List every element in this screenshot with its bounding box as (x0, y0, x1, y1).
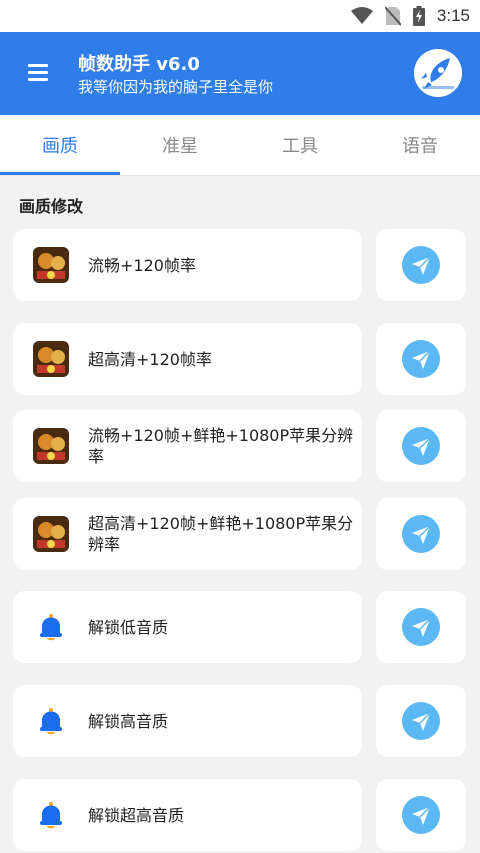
item-label: 解锁低音质 (88, 617, 169, 637)
tab-tools[interactable]: 工具 (240, 115, 360, 176)
send-icon (402, 608, 440, 646)
send-icon (402, 340, 440, 378)
tab-crosshair[interactable]: 准星 (120, 115, 240, 176)
send-icon (402, 796, 440, 834)
list-item[interactable]: 解锁高音质 (13, 685, 362, 757)
rocket-logo-icon[interactable] (414, 49, 462, 97)
app-bar: 帧数助手 v6.0 我等你因为我的脑子里全是你 (0, 32, 480, 115)
app-title: 帧数助手 v6.0 (78, 54, 200, 75)
item-label: 超高清+120帧+鲜艳+1080P苹果分辨率 (88, 514, 354, 554)
tab-picture-quality[interactable]: 画质 (0, 115, 120, 176)
status-time: 3:15 (436, 6, 470, 25)
tab-bar: 画质 准星 工具 语音 (0, 115, 480, 176)
battery-charging-icon (412, 6, 425, 26)
apply-button[interactable] (376, 779, 466, 851)
send-icon (402, 246, 440, 284)
bell-icon (35, 705, 67, 737)
tabs-divider (0, 175, 480, 176)
item-label: 流畅+120帧率 (88, 255, 196, 275)
list-item[interactable]: 流畅+120帧率 (13, 229, 362, 301)
game-avatar-icon (33, 428, 69, 464)
wifi-icon (350, 7, 373, 24)
list-item[interactable]: 解锁超高音质 (13, 779, 362, 851)
game-avatar-icon (33, 247, 69, 283)
apply-button[interactable] (376, 685, 466, 757)
item-label: 流畅+120帧+鲜艳+1080P苹果分辨率 (88, 426, 354, 466)
list-item[interactable]: 解锁低音质 (13, 591, 362, 663)
bell-icon (35, 611, 67, 643)
app-subtitle: 我等你因为我的脑子里全是你 (78, 78, 274, 96)
status-icons: 3:15 (350, 6, 470, 26)
list-item[interactable]: 流畅+120帧+鲜艳+1080P苹果分辨率 (13, 410, 362, 482)
send-icon (402, 515, 440, 553)
apply-button[interactable] (376, 323, 466, 395)
status-bar: 3:15 (0, 0, 480, 32)
bell-icon (35, 799, 67, 831)
game-avatar-icon (33, 516, 69, 552)
no-sim-icon (384, 6, 401, 26)
item-label: 解锁超高音质 (88, 805, 185, 825)
list-item[interactable]: 超高清+120帧+鲜艳+1080P苹果分辨率 (13, 498, 362, 570)
apply-button[interactable] (376, 591, 466, 663)
send-icon (402, 702, 440, 740)
item-label: 超高清+120帧率 (88, 349, 212, 369)
item-label: 解锁高音质 (88, 711, 169, 731)
apply-button[interactable] (376, 229, 466, 301)
menu-icon[interactable] (28, 64, 48, 82)
apply-button[interactable] (376, 498, 466, 570)
tab-voice[interactable]: 语音 (360, 115, 480, 176)
list-item[interactable]: 超高清+120帧率 (13, 323, 362, 395)
send-icon (402, 427, 440, 465)
section-title: 画质修改 (19, 197, 84, 216)
game-avatar-icon (33, 341, 69, 377)
apply-button[interactable] (376, 410, 466, 482)
